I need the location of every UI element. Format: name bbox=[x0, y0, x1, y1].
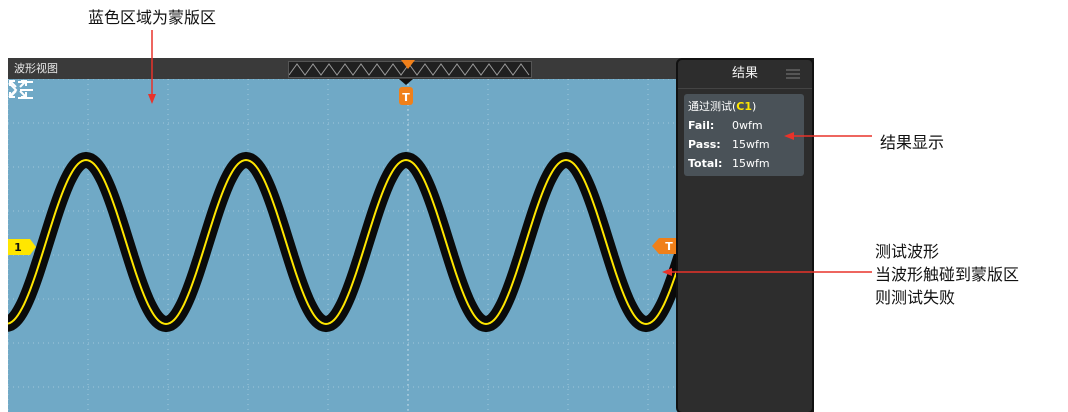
channel-1-marker[interactable]: 1 bbox=[8, 238, 38, 256]
total-count-row: Total: 15wfm bbox=[688, 156, 804, 172]
trigger-level-label: T bbox=[665, 240, 673, 253]
test-fail-label: 则测试失败 bbox=[875, 288, 956, 307]
waveform-view-title: 波形视图 bbox=[14, 62, 58, 75]
total-value: 15wfm bbox=[732, 157, 770, 170]
pass-fail-results-card: 通过测试(C1) Fail: 0wfm Pass: 15wfm Total: 1… bbox=[684, 94, 804, 176]
fail-label: Fail: bbox=[688, 119, 715, 132]
results-panel: 结果 通过测试(C1) Fail: 0wfm Pass: 15wfm Total… bbox=[676, 58, 814, 412]
results-test-title: 通过测试(C1) bbox=[688, 98, 756, 114]
trigger-position-label: T bbox=[402, 91, 410, 104]
pass-value: 15wfm bbox=[732, 138, 770, 151]
test-channel: C1 bbox=[736, 100, 753, 113]
result-display-label: 结果显示 bbox=[880, 133, 945, 152]
waveform-view-titlebar: 波形视图 bbox=[8, 58, 682, 79]
waveform-canvas bbox=[8, 79, 682, 412]
oscilloscope-screen: 波形视图 T 1 T 结果 通过测试(C1) Fail: 0wfm Pass: … bbox=[8, 58, 814, 412]
waveform-mask-band bbox=[8, 151, 682, 333]
mask-area-label: 蓝色区域为蒙版区 bbox=[88, 8, 217, 27]
total-label: Total: bbox=[688, 157, 723, 170]
graticule-grid bbox=[8, 79, 682, 412]
test-name: 通过测试( bbox=[688, 100, 737, 113]
results-panel-title: 结果 bbox=[731, 66, 758, 81]
test-title-paren: ) bbox=[752, 100, 757, 113]
panel-menu-icon[interactable] bbox=[786, 69, 800, 79]
test-waveform-condition-label: 当波形触碰到蒙版区 bbox=[875, 265, 1020, 284]
overview-trigger-arrow bbox=[401, 60, 415, 69]
mask-plot-area[interactable]: T 1 T bbox=[8, 79, 682, 412]
pass-label: Pass: bbox=[688, 138, 721, 151]
fail-count-row: Fail: 0wfm bbox=[688, 118, 804, 134]
trigger-position-marker[interactable]: T bbox=[397, 79, 415, 109]
test-waveform-label: 测试波形 bbox=[875, 242, 940, 261]
menu-list-icon[interactable] bbox=[8, 79, 34, 101]
pass-count-row: Pass: 15wfm bbox=[688, 137, 804, 153]
fail-value: 0wfm bbox=[732, 119, 763, 132]
channel-1-label: 1 bbox=[14, 241, 22, 254]
